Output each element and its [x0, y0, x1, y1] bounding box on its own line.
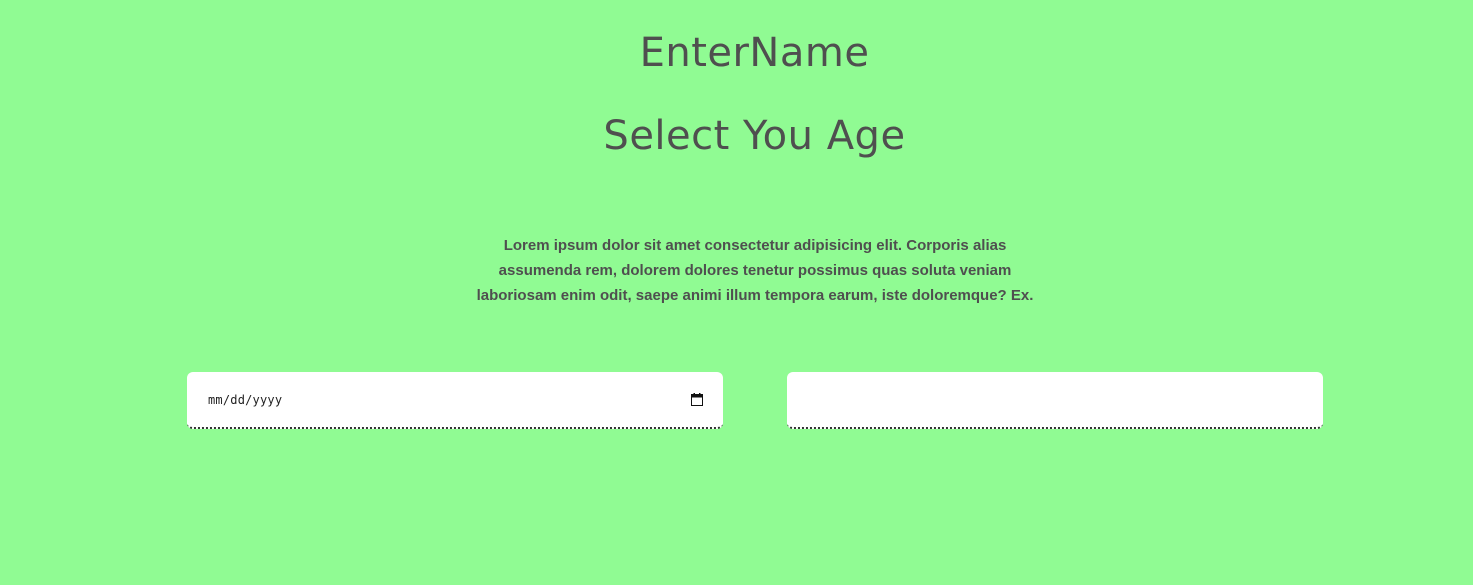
date-input[interactable]: mm/dd/yyyy: [187, 372, 723, 427]
calendar-icon[interactable]: [691, 393, 703, 406]
intro-paragraph: Lorem ipsum dolor sit amet consectetur a…: [476, 237, 1034, 304]
page-title: EnterName: [639, 30, 870, 76]
name-field[interactable]: [787, 372, 1323, 429]
page-subtitle: Select You Age: [603, 113, 906, 159]
birthdate-field[interactable]: mm/dd/yyyy: [187, 372, 723, 429]
date-placeholder[interactable]: mm/dd/yyyy: [208, 393, 691, 407]
name-input[interactable]: [787, 372, 1323, 427]
